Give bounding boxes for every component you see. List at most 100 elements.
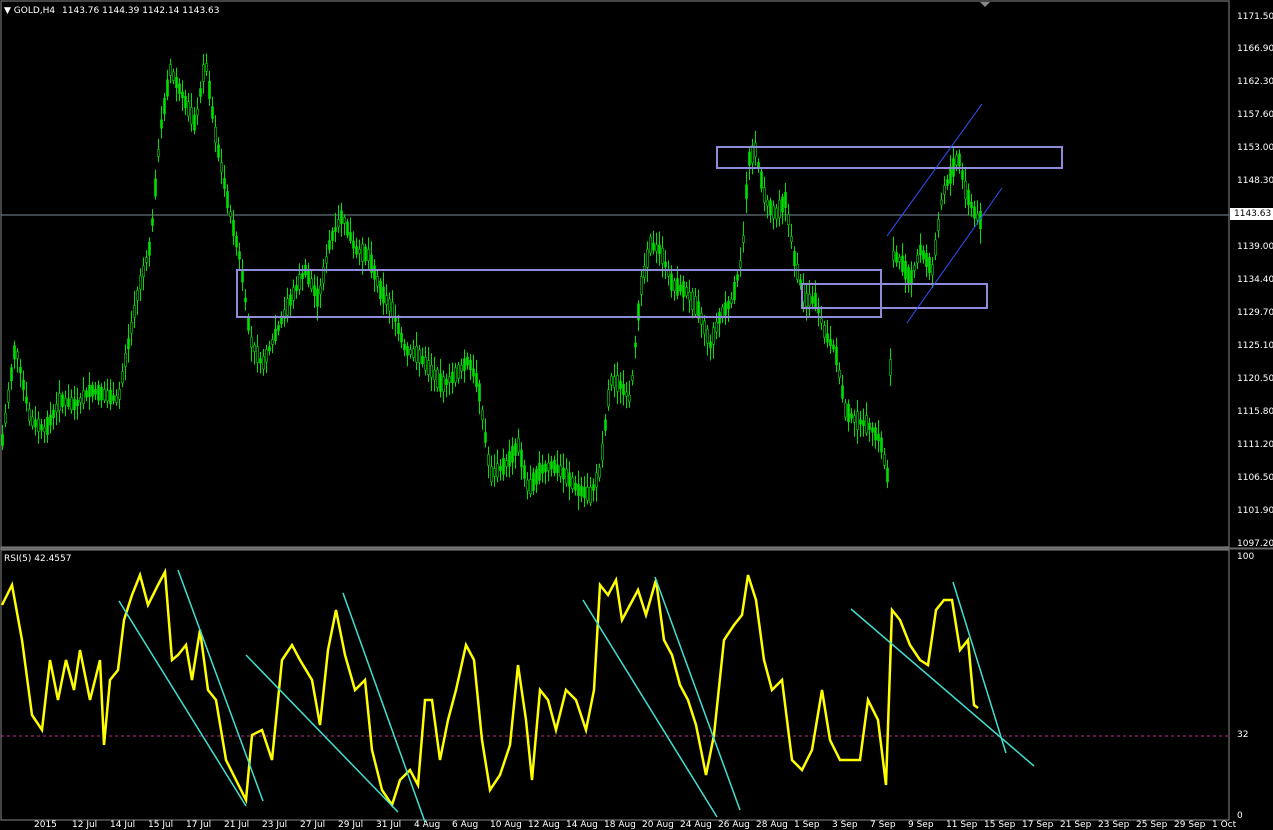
time-tick: 26 Aug xyxy=(718,820,750,830)
candle-body xyxy=(688,291,691,301)
candle-body xyxy=(145,257,148,263)
candle-body xyxy=(664,261,667,268)
price-tick: 1125.10 xyxy=(1237,341,1273,351)
candle-body xyxy=(40,424,43,431)
candle-body xyxy=(190,107,193,125)
candle-body xyxy=(10,367,13,382)
candle-body xyxy=(787,214,790,225)
candle-body xyxy=(445,378,448,385)
candle-body xyxy=(754,142,757,158)
chart-canvas[interactable] xyxy=(0,0,1273,830)
candle-body xyxy=(178,83,181,94)
candle-body xyxy=(166,79,169,97)
candle-body xyxy=(244,297,247,303)
candle-body xyxy=(25,396,28,404)
candle-body xyxy=(223,178,226,189)
candle-body xyxy=(919,244,922,256)
candle-body xyxy=(289,294,292,306)
candle-body xyxy=(367,249,370,261)
candle-body xyxy=(514,443,517,456)
candle-body xyxy=(922,250,925,260)
candle-body xyxy=(277,325,280,331)
candle-body xyxy=(151,218,154,226)
candle-body xyxy=(181,91,184,99)
candle-body xyxy=(487,454,490,466)
breakout-zone-box[interactable] xyxy=(801,283,988,309)
candle-body xyxy=(160,119,163,129)
candle-body xyxy=(559,465,562,477)
chart-shift-marker[interactable] xyxy=(980,2,990,7)
rsi-trendline-4 xyxy=(342,592,426,823)
candle-body xyxy=(55,403,58,413)
candle-body xyxy=(973,206,976,219)
ohlc-values: 1143.76 1144.39 1142.14 1143.63 xyxy=(62,6,220,16)
candle-body xyxy=(385,295,388,305)
candle-body xyxy=(538,462,541,481)
candle-body xyxy=(856,411,859,430)
candle-body xyxy=(811,296,814,304)
candle-body xyxy=(46,417,49,435)
symbol-dropdown-icon[interactable]: ▼ xyxy=(4,6,11,16)
candle-body xyxy=(205,63,208,72)
price-tick: 1148.30 xyxy=(1237,176,1273,186)
rsi-trendlines[interactable] xyxy=(118,569,1035,823)
candle-body xyxy=(607,389,610,407)
candle-body xyxy=(142,265,145,278)
candle-body xyxy=(34,419,37,428)
price-tick: 1101.90 xyxy=(1237,506,1273,516)
candle-body xyxy=(7,389,10,403)
candle-body xyxy=(292,287,295,301)
candle-body xyxy=(859,419,862,425)
candle-body xyxy=(268,346,271,352)
time-tick: 17 Sep xyxy=(1022,820,1054,830)
time-tick: 4 Aug xyxy=(414,820,441,830)
candle-body xyxy=(82,390,85,404)
time-tick: 18 Aug xyxy=(604,820,636,830)
candle-body xyxy=(472,368,475,377)
candle-body xyxy=(214,126,217,144)
price-tick: 1129.70 xyxy=(1237,308,1273,318)
candle-body xyxy=(295,284,298,292)
candle-body xyxy=(451,371,454,383)
candle-body xyxy=(319,285,322,295)
candle-body xyxy=(619,381,622,389)
candle-body xyxy=(592,484,595,491)
candle-body xyxy=(493,468,496,477)
time-tick: 21 Jul xyxy=(224,820,250,830)
support-zone-box[interactable] xyxy=(236,269,882,318)
candle-body xyxy=(478,383,481,402)
candle-body xyxy=(565,468,568,484)
candle-body xyxy=(730,298,733,304)
candle-body xyxy=(535,468,538,485)
candle-body xyxy=(286,298,289,316)
candle-body xyxy=(682,281,685,298)
candle-body xyxy=(274,329,277,341)
candle-body xyxy=(724,302,727,316)
candle-body xyxy=(766,199,769,207)
candle-body xyxy=(229,211,232,217)
candle-body xyxy=(850,413,853,419)
candle-body xyxy=(253,344,256,352)
candle-body xyxy=(337,219,340,228)
time-tick: 21 Sep xyxy=(1060,820,1092,830)
candle-body xyxy=(247,317,250,331)
candle-body xyxy=(79,397,82,403)
candle-body xyxy=(715,321,718,333)
candle-body xyxy=(748,151,751,166)
candle-body xyxy=(250,336,253,348)
candle-body xyxy=(622,383,625,396)
candle-body xyxy=(916,254,919,264)
candle-body xyxy=(967,189,970,206)
candle-body xyxy=(889,359,892,376)
candle-body xyxy=(241,269,244,283)
candle-body xyxy=(598,467,601,478)
candle-body xyxy=(187,101,190,117)
candle-body xyxy=(946,179,949,186)
candle-body xyxy=(28,408,31,422)
channel-upper-line[interactable] xyxy=(886,103,983,237)
candle-body xyxy=(955,154,958,166)
resistance-zone-box[interactable] xyxy=(716,146,1063,169)
candle-body xyxy=(52,409,55,419)
candle-body xyxy=(376,276,379,287)
candle-body xyxy=(502,457,505,475)
